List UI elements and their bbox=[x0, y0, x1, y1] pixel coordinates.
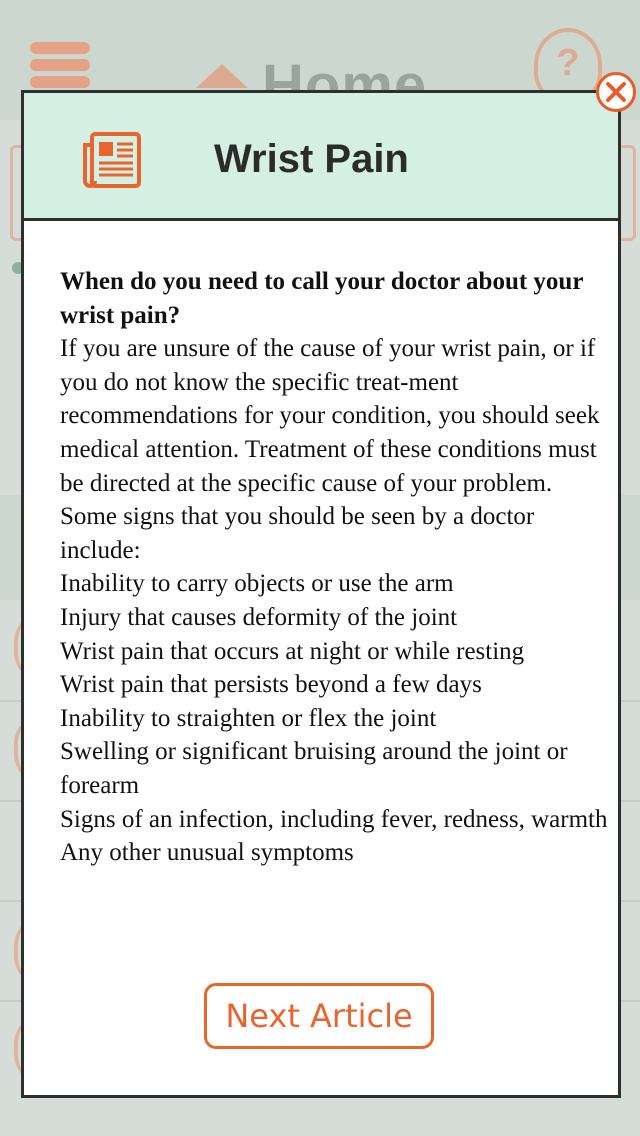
article-modal: Wrist Pain When do you need to call your… bbox=[21, 90, 621, 1098]
sign-item: Wrist pain that persists beyond a few da… bbox=[60, 671, 482, 699]
modal-header: Wrist Pain bbox=[24, 93, 618, 221]
article-paragraph: If you are unsure of the cause of your w… bbox=[60, 335, 600, 564]
home-icon bbox=[196, 64, 248, 88]
sign-item: Wrist pain that occurs at night or while… bbox=[60, 637, 525, 665]
article-content: When do you need to call your doctor abo… bbox=[60, 265, 608, 870]
sign-item: Any other unusual symptoms bbox=[60, 839, 354, 867]
menu-icon bbox=[30, 42, 90, 88]
close-button[interactable] bbox=[596, 72, 636, 112]
sign-item: Inability to carry objects or use the ar… bbox=[60, 570, 454, 598]
close-icon bbox=[606, 82, 626, 102]
article-question: When do you need to call your doctor abo… bbox=[60, 268, 583, 329]
modal-title: Wrist Pain bbox=[214, 137, 409, 181]
sign-item: Inability to straighten or flex the join… bbox=[60, 704, 437, 732]
sign-item: Signs of an infection, including fever, … bbox=[60, 805, 608, 833]
sign-item: Injury that causes deformity of the join… bbox=[60, 603, 458, 631]
newspaper-icon bbox=[82, 131, 142, 189]
sign-item: Swelling or significant bruising around … bbox=[60, 738, 568, 799]
next-article-button[interactable]: Next Article bbox=[204, 983, 434, 1049]
